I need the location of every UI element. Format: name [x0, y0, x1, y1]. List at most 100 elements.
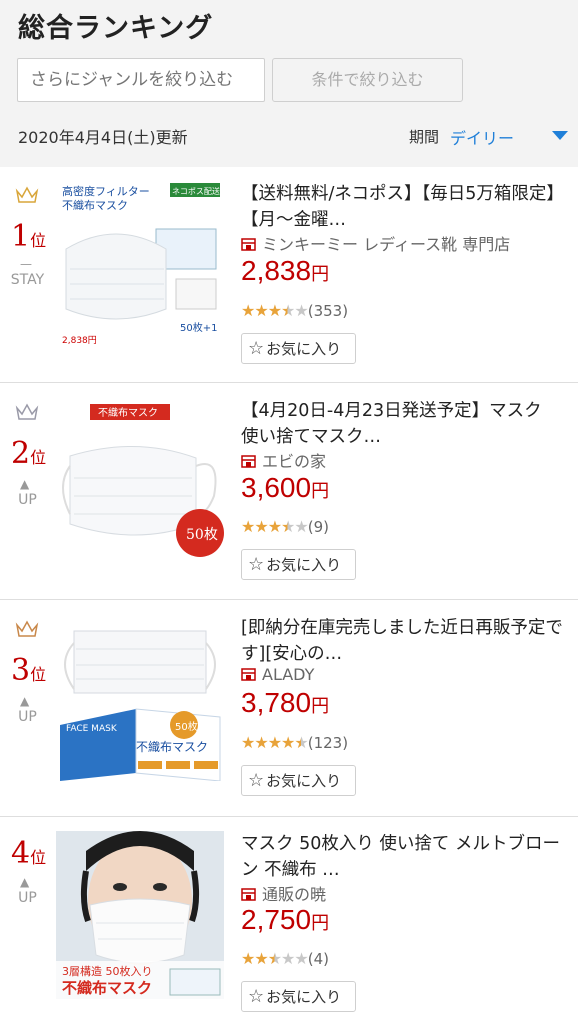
shop-icon: [241, 668, 256, 681]
shop-name[interactable]: エビの家: [241, 448, 326, 472]
shop-name[interactable]: 通販の暁: [241, 881, 326, 905]
rank-number: 4位: [11, 836, 47, 871]
shop-icon: [241, 888, 256, 901]
svg-text:高密度フィルター: 高密度フィルター: [62, 184, 150, 198]
review-count[interactable]: (9): [308, 518, 329, 536]
rating: ★★★★★(4): [241, 949, 329, 968]
ranking-item[interactable]: 2位 ▲ UP 不織布マスク 50枚 【4月20日-4月23日発送予定】マスク …: [0, 384, 578, 600]
review-count[interactable]: (123): [308, 734, 348, 752]
rating-star-icon: ★: [267, 733, 282, 752]
rating-star-icon: ★: [294, 301, 308, 320]
svg-text:ネコポス配送: ネコポス配送: [172, 186, 220, 196]
trend-mark: ▲: [20, 875, 30, 889]
product-price: 2,750円: [241, 904, 330, 935]
rating: ★★★★★(9): [241, 517, 329, 536]
product-title[interactable]: マスク 50枚入り 使い捨て メルトブローン 不織布 …: [241, 831, 563, 883]
ranking-header: 総合ランキング 条件で絞り込む 2020年4月4日(土)更新 期間 デイリー: [0, 0, 578, 167]
shop-name[interactable]: ALADY: [241, 665, 314, 684]
rating-star-icon: ★: [267, 949, 282, 968]
favorite-button[interactable]: ☆ お気に入り: [241, 765, 356, 796]
condition-filter-button[interactable]: 条件で絞り込む: [272, 58, 463, 102]
svg-text:50枚: 50枚: [186, 527, 218, 543]
product-image[interactable]: 3層構造 50枚入り 不織布マスク: [56, 831, 224, 999]
product-title[interactable]: 【4月20日-4月23日発送予定】マスク 使い捨てマスク…: [241, 398, 563, 450]
product-image[interactable]: FACE MASK 不織布マスク 50枚: [56, 613, 224, 781]
crown-icon: [15, 620, 39, 637]
crown-icon: [15, 403, 39, 420]
genre-filter-input[interactable]: [17, 58, 265, 102]
rating: ★★★★★(123): [241, 733, 348, 752]
favorite-button[interactable]: ☆ お気に入り: [241, 981, 356, 1012]
page-title: 総合ランキング: [18, 13, 214, 44]
product-price: 2,838円: [241, 255, 330, 286]
trend-label: UP: [18, 890, 37, 906]
rating-star-icon: ★: [254, 949, 268, 968]
star-outline-icon: ☆: [248, 770, 265, 791]
rating-star-icon: ★: [241, 517, 255, 536]
rating-star-icon: ★: [241, 733, 255, 752]
rating-star-icon: ★: [281, 949, 295, 968]
product-image[interactable]: 高密度フィルター 不織布マスク ネコポス配送 50枚+1 2,838円: [56, 179, 224, 347]
rating-star-icon: ★: [267, 517, 282, 536]
shop-icon: [241, 455, 256, 468]
svg-text:2,838円: 2,838円: [62, 335, 97, 346]
svg-text:不織布マスク: 不織布マスク: [98, 406, 158, 419]
rating-stars: ★★★★★: [241, 301, 309, 320]
rating-star-icon: ★: [241, 949, 255, 968]
ranking-item[interactable]: 1位 — STAY 高密度フィルター 不織布マスク ネコポス配送 50枚+1 2…: [0, 167, 578, 383]
trend-mark: —: [20, 257, 32, 271]
rank-number: 1位: [11, 219, 47, 254]
product-price: 3,780円: [241, 687, 330, 718]
shop-name[interactable]: ミンキーミー レディース靴 専門店: [241, 231, 510, 255]
review-count[interactable]: (353): [308, 302, 348, 320]
rating-star-icon: ★: [241, 301, 255, 320]
rating-star-icon: ★: [281, 517, 295, 536]
rating: ★★★★★(353): [241, 301, 348, 320]
trend-label: UP: [18, 709, 37, 725]
svg-text:不織布マスク: 不織布マスク: [62, 979, 152, 997]
trend-label: STAY: [10, 272, 45, 288]
svg-text:不織布マスク: 不織布マスク: [62, 199, 128, 212]
svg-text:50枚+1: 50枚+1: [180, 321, 217, 334]
svg-text:FACE MASK: FACE MASK: [66, 724, 118, 734]
rating-star-icon: ★: [254, 733, 268, 752]
crown-icon: [15, 186, 39, 203]
rating-star-icon: ★: [281, 301, 295, 320]
favorite-button[interactable]: ☆ お気に入り: [241, 333, 356, 364]
period-label: 期間: [409, 128, 440, 146]
star-outline-icon: ☆: [248, 338, 265, 359]
update-date: 2020年4月4日(土)更新: [18, 128, 188, 147]
filter-row: 条件で絞り込む: [17, 58, 463, 102]
review-count[interactable]: (4): [308, 950, 329, 968]
rating-star-icon: ★: [294, 733, 308, 752]
star-outline-icon: ☆: [248, 554, 265, 575]
rating-stars: ★★★★★: [241, 949, 309, 968]
ranking-item[interactable]: 4位 ▲ UP 3層構造 50枚入り 不織布マスク マスク 50枚入り 使い捨て…: [0, 818, 578, 1034]
product-title[interactable]: [即納分在庫完売しました近日再販予定です][安心の…: [241, 615, 563, 667]
svg-text:不織布マスク: 不織布マスク: [136, 740, 208, 754]
product-image[interactable]: 不織布マスク 50枚: [56, 396, 224, 564]
trend-mark: ▲: [20, 694, 30, 708]
star-outline-icon: ☆: [248, 986, 265, 1007]
rank-number: 3位: [11, 653, 47, 688]
product-price: 3,600円: [241, 472, 330, 503]
rating-star-icon: ★: [254, 517, 268, 536]
trend-mark: ▲: [20, 477, 30, 491]
rating-star-icon: ★: [294, 517, 308, 536]
rating-stars: ★★★★★: [241, 733, 309, 752]
rating-star-icon: ★: [254, 301, 268, 320]
favorite-button[interactable]: ☆ お気に入り: [241, 549, 356, 580]
rating-stars: ★★★★★: [241, 517, 309, 536]
ranking-item[interactable]: 3位 ▲ UP FACE MASK 不織布マスク 50枚 [即納分在庫完売しまし…: [0, 601, 578, 817]
rating-star-icon: ★: [281, 733, 295, 752]
shop-icon: [241, 238, 256, 251]
product-title[interactable]: 【送料無料/ネコポス】【毎日5万箱限定】【月～金曜…: [241, 181, 563, 233]
trend-label: UP: [18, 492, 37, 508]
svg-text:50枚: 50枚: [175, 720, 198, 733]
period-select[interactable]: デイリー: [450, 125, 514, 149]
chevron-down-icon[interactable]: [552, 131, 568, 140]
rating-star-icon: ★: [267, 301, 282, 320]
svg-text:3層構造 50枚入り: 3層構造 50枚入り: [62, 964, 153, 978]
rank-number: 2位: [11, 436, 47, 471]
rating-star-icon: ★: [294, 949, 308, 968]
